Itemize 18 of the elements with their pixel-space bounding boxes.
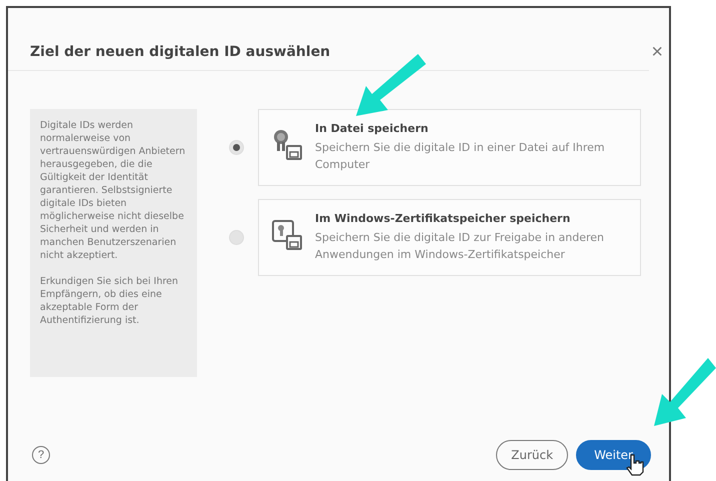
option-description: Speichern Sie die digitale ID zur Freigabe in anderen Anwendungen im Windows-Zertifikatspeicher [315, 230, 606, 263]
info-text: Digitale IDs werden normalerweise von vertrauenswürdigen Anbietern herausgegeben, die die Gültigkeit der Identität garantieren. Selbstsignierte digitale IDs bieten möglicherweise nicht dieselbe Sicherheit und werden in manchen Benutzerszenarien nicht akzeptiert. [40, 119, 186, 262]
close-button[interactable]: × [651, 40, 663, 64]
radio-button[interactable] [229, 230, 244, 245]
back-button[interactable]: Zurück [496, 440, 568, 470]
option-description: Speichern Sie die digitale ID in einer Datei auf Ihrem Computer [315, 140, 606, 173]
certificate-file-icon [271, 128, 303, 160]
radio-button[interactable] [229, 140, 244, 155]
annotation-arrow-icon [652, 356, 716, 428]
certificate-store-icon [271, 218, 303, 250]
option-card[interactable]: In Datei speichern Speichern Sie die digitale ID in einer Datei auf Ihrem Computer [258, 109, 641, 186]
next-button[interactable]: Weiter [576, 440, 651, 470]
option-card[interactable]: Im Windows-Zertifikatspeicher speichern Speichern Sie die digitale ID zur Freigabe in anderen Anwendungen im Windows-Zertifikatspeicher [258, 199, 641, 276]
help-button[interactable]: ? [32, 446, 50, 464]
dialog-title: Ziel der neuen digitalen ID auswählen [30, 44, 330, 60]
option-title: In Datei speichern [315, 122, 430, 135]
info-text: Erkundigen Sie sich bei Ihren Empfängern, ob dies eine akzeptable Form der Authentifizierung ist. [40, 275, 180, 327]
option-title: Im Windows-Zertifikatspeicher speichern [315, 212, 572, 225]
